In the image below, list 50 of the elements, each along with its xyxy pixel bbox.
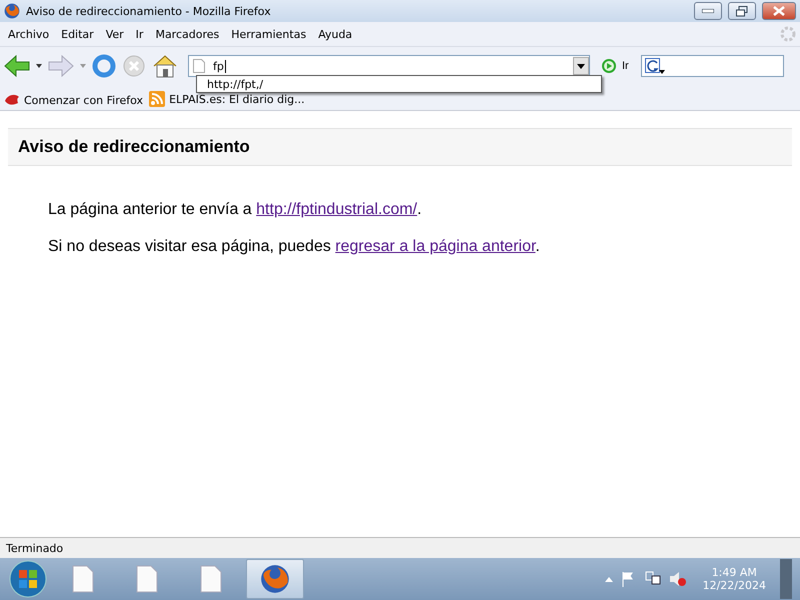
dropdown-button[interactable] <box>573 57 589 75</box>
clock-date: 12/22/2024 <box>702 579 766 592</box>
back-arrow-icon[interactable] <box>4 55 30 77</box>
text-cursor <box>224 60 226 72</box>
firefox-icon <box>260 564 290 594</box>
menu-item[interactable]: Ayuda <box>314 28 360 40</box>
window-title: Aviso de redireccionamiento - Mozilla Firefox <box>26 4 272 18</box>
menu-item[interactable]: Archivo <box>4 28 58 40</box>
caret-icon[interactable] <box>36 64 42 68</box>
document-icon <box>200 565 222 593</box>
close-button[interactable] <box>762 2 796 20</box>
restore-icon <box>736 6 748 16</box>
feed-icon <box>149 91 166 107</box>
bookmark-link[interactable]: ELPAIS.es: El diario dig... <box>149 91 305 107</box>
address-text: fp <box>213 60 224 72</box>
taskbar-button[interactable] <box>246 559 304 599</box>
clock-time: 1:49 AM <box>712 566 757 579</box>
home-icon[interactable] <box>152 54 178 78</box>
status-text: Terminado <box>6 542 64 554</box>
search-field[interactable] <box>640 55 784 77</box>
bookmark-link[interactable]: Comenzar con Firefox <box>4 93 144 107</box>
autocomplete-suggestion[interactable]: http://fpt,/ <box>196 75 602 93</box>
menu-item[interactable]: Ir <box>132 28 152 40</box>
bookmark-icon <box>4 93 20 107</box>
firefox-icon <box>4 3 20 19</box>
menu-item[interactable]: Marcadores <box>151 28 228 40</box>
menu-item[interactable]: Editar <box>57 28 102 40</box>
close-icon <box>773 6 785 16</box>
speaker-muted-icon[interactable] <box>668 571 687 587</box>
address-field[interactable]: fp <box>188 55 590 77</box>
throbber-icon <box>780 26 796 42</box>
page-heading: Aviso de redireccionamiento <box>8 128 792 166</box>
paragraph: La página anterior te envía a http://fptindustrial.com/. <box>47 201 423 219</box>
network-icon[interactable] <box>644 571 661 587</box>
menu-item[interactable]: Herramientas <box>227 28 314 40</box>
caret-icon <box>577 64 585 68</box>
minimize-icon <box>702 9 714 13</box>
paragraph: Si no deseas visitar esa página, puedes regresar a la página anterior. <box>47 238 541 256</box>
minimize-button[interactable] <box>694 2 722 20</box>
play-icon <box>602 59 616 73</box>
search-engine-icon <box>644 58 665 74</box>
menu-item[interactable]: Ver <box>102 28 132 40</box>
document-icon <box>136 565 158 593</box>
restore-button[interactable] <box>728 2 756 20</box>
start-button[interactable] <box>8 559 48 599</box>
go-button[interactable]: Ir <box>596 59 635 73</box>
link[interactable]: regresar a la página anterior <box>335 238 536 255</box>
document-icon <box>72 565 94 593</box>
link[interactable]: http://fptindustrial.com/ <box>256 201 418 218</box>
page-icon <box>193 59 205 73</box>
